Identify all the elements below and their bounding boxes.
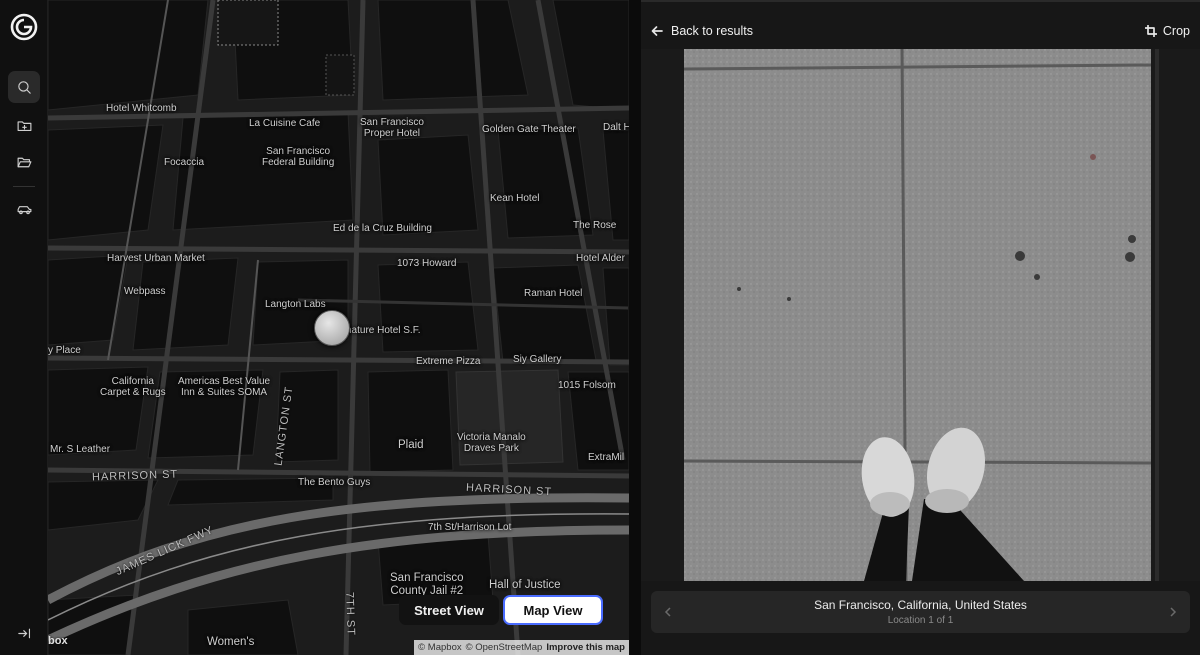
poi-label[interactable]: Americas Best Value Inn & Suites SOMA [178, 376, 270, 398]
poi-label[interactable]: Golden Gate Theater [482, 124, 576, 135]
poi-label[interactable]: Harvest Urban Market [107, 253, 205, 264]
nav-folders-button[interactable] [8, 146, 40, 178]
poi-label[interactable]: California Carpet & Rugs [100, 376, 166, 398]
folder-open-icon [17, 157, 31, 167]
poi-label[interactable]: Extreme Pizza [416, 356, 480, 367]
poi-label[interactable]: 1073 Howard [397, 258, 456, 269]
poi-label[interactable]: 7th St/Harrison Lot [428, 522, 511, 533]
poi-label[interactable]: La Cuisine Cafe [249, 118, 320, 129]
split-divider[interactable] [629, 0, 641, 655]
search-icon [17, 80, 31, 94]
poi-label[interactable]: San Francisco Proper Hotel [360, 117, 424, 139]
attribution-mapbox[interactable]: © Mapbox [418, 642, 461, 653]
location-counter: Location 1 of 1 [887, 615, 954, 626]
sidebar [0, 0, 48, 655]
map-view-button[interactable]: Map View [503, 595, 603, 625]
poi-label[interactable]: Victoria Manalo Draves Park [457, 432, 526, 454]
improve-map-link[interactable]: Improve this map [546, 642, 625, 653]
poi-label[interactable]: Plaid [398, 439, 424, 452]
image-viewer[interactable] [641, 49, 1200, 581]
poi-label[interactable]: Hotel Whitcomb [106, 103, 177, 114]
poi-label[interactable]: The Bento Guys [298, 477, 370, 488]
street-photo[interactable] [684, 49, 1151, 581]
street-view-button[interactable]: Street View [399, 595, 499, 625]
poi-label[interactable]: y Place [48, 345, 81, 356]
poi-label[interactable]: Hall of Justice [489, 579, 561, 592]
image-pane: Back to results Crop San Francisco, Cali… [641, 0, 1200, 655]
poi-label[interactable]: Mr. S Leather [50, 444, 110, 455]
view-toggle: Street View Map View [399, 595, 603, 625]
poi-label[interactable]: Dalt Ho [603, 122, 629, 133]
collapse-sidebar-button[interactable] [8, 617, 40, 649]
poi-label[interactable]: Women's [207, 636, 254, 649]
location-title: San Francisco, California, United States [814, 598, 1027, 612]
attribution-osm[interactable]: © OpenStreetMap [466, 642, 543, 653]
map-view[interactable]: Hotel Whitcomb La Cuisine Cafe San Franc… [48, 0, 629, 655]
back-to-results-button[interactable]: Back to results [651, 24, 753, 38]
mapbox-logo[interactable]: box [48, 635, 68, 647]
poi-label[interactable]: Raman Hotel [524, 288, 582, 299]
crop-button[interactable]: Crop [1144, 24, 1190, 38]
poi-label[interactable]: Webpass [124, 286, 166, 297]
street-label: 7TH ST [343, 591, 357, 637]
poi-label[interactable]: Langton Labs [265, 299, 326, 310]
back-label: Back to results [671, 24, 753, 38]
crop-label: Crop [1162, 24, 1190, 38]
poi-label[interactable]: The Rose [573, 220, 616, 231]
folder-plus-icon [17, 120, 31, 131]
app-root: Hotel Whitcomb La Cuisine Cafe San Franc… [0, 0, 1200, 655]
poi-label[interactable]: San Francisco County Jail #2 [390, 572, 464, 597]
pane-top-border [641, 0, 1200, 2]
poi-label[interactable]: Focaccia [164, 157, 204, 168]
g-logo-icon[interactable] [9, 12, 39, 42]
nav-new-folder-button[interactable] [8, 109, 40, 141]
car-icon [17, 205, 31, 214]
next-location-button[interactable] [1166, 603, 1180, 621]
sidebar-divider [13, 186, 35, 187]
arrow-left-icon [651, 26, 663, 36]
crop-icon [1144, 25, 1157, 37]
poi-label[interactable]: Hotel Alder [576, 253, 625, 264]
photo-canvas [684, 49, 1151, 581]
nav-vehicle-button[interactable] [8, 193, 40, 225]
location-navigator: San Francisco, California, United States… [651, 591, 1190, 633]
location-marker[interactable] [314, 310, 350, 346]
collapse-sidebar-icon [17, 628, 30, 638]
poi-label[interactable]: Siy Gallery [513, 354, 561, 365]
nav-search-button[interactable] [8, 71, 40, 103]
image-edge-strip [1155, 49, 1159, 581]
poi-label[interactable]: Ed de la Cruz Building [333, 223, 432, 234]
poi-label[interactable]: nature Hotel S.F. [346, 325, 420, 336]
poi-label[interactable]: San Francisco Federal Building [262, 146, 334, 168]
poi-label[interactable]: ExtraMil [588, 452, 624, 463]
poi-label[interactable]: Kean Hotel [490, 193, 539, 204]
poi-label[interactable]: 1015 Folsom [558, 380, 616, 391]
chevron-right-icon [1170, 607, 1177, 617]
map-attribution: © Mapbox © OpenStreetMap Improve this ma… [414, 640, 629, 655]
